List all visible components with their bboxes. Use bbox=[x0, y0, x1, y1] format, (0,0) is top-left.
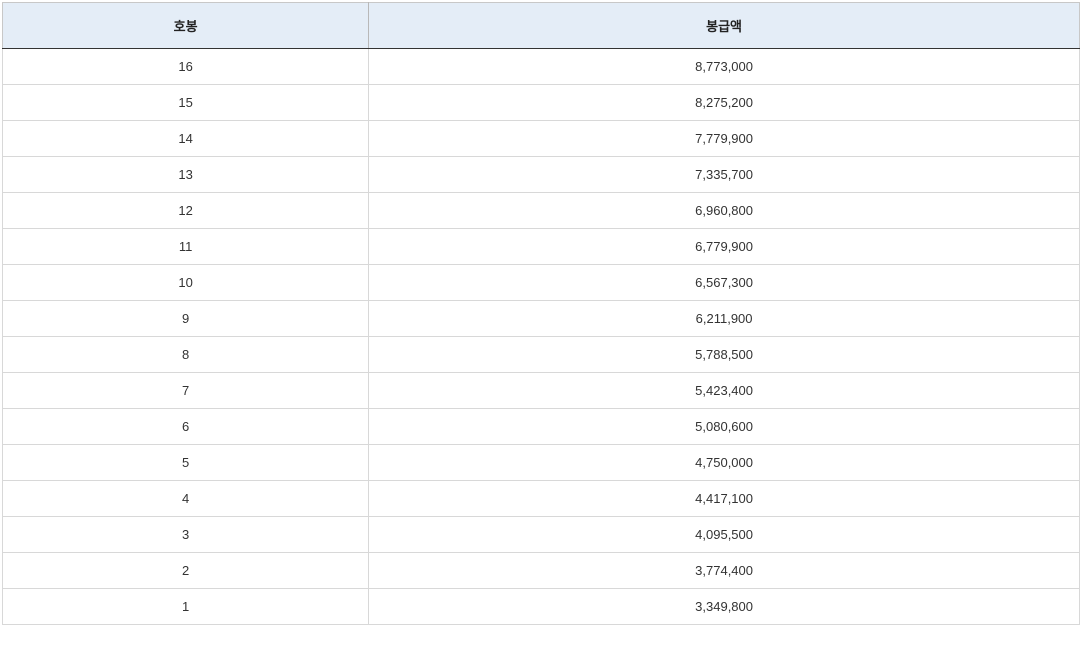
cell-grade: 13 bbox=[3, 157, 369, 193]
table-row: 12 6,960,800 bbox=[3, 193, 1080, 229]
table-row: 13 7,335,700 bbox=[3, 157, 1080, 193]
table-row: 11 6,779,900 bbox=[3, 229, 1080, 265]
cell-grade: 5 bbox=[3, 445, 369, 481]
cell-grade: 9 bbox=[3, 301, 369, 337]
cell-grade: 1 bbox=[3, 589, 369, 625]
cell-amount: 3,349,800 bbox=[369, 589, 1080, 625]
cell-amount: 8,275,200 bbox=[369, 85, 1080, 121]
cell-amount: 8,773,000 bbox=[369, 49, 1080, 85]
cell-amount: 3,774,400 bbox=[369, 553, 1080, 589]
table-row: 9 6,211,900 bbox=[3, 301, 1080, 337]
table-row: 16 8,773,000 bbox=[3, 49, 1080, 85]
cell-amount: 6,211,900 bbox=[369, 301, 1080, 337]
table-row: 8 5,788,500 bbox=[3, 337, 1080, 373]
cell-amount: 5,423,400 bbox=[369, 373, 1080, 409]
cell-grade: 14 bbox=[3, 121, 369, 157]
cell-amount: 5,080,600 bbox=[369, 409, 1080, 445]
table-body: 16 8,773,000 15 8,275,200 14 7,779,900 1… bbox=[3, 49, 1080, 625]
cell-grade: 7 bbox=[3, 373, 369, 409]
table-row: 6 5,080,600 bbox=[3, 409, 1080, 445]
cell-grade: 8 bbox=[3, 337, 369, 373]
cell-amount: 5,788,500 bbox=[369, 337, 1080, 373]
cell-amount: 6,567,300 bbox=[369, 265, 1080, 301]
table-header-row: 호봉 봉급액 bbox=[3, 3, 1080, 49]
cell-grade: 3 bbox=[3, 517, 369, 553]
header-grade: 호봉 bbox=[3, 3, 369, 49]
cell-grade: 16 bbox=[3, 49, 369, 85]
table-row: 1 3,349,800 bbox=[3, 589, 1080, 625]
table-row: 2 3,774,400 bbox=[3, 553, 1080, 589]
cell-grade: 11 bbox=[3, 229, 369, 265]
table-row: 4 4,417,100 bbox=[3, 481, 1080, 517]
cell-grade: 15 bbox=[3, 85, 369, 121]
cell-grade: 6 bbox=[3, 409, 369, 445]
header-amount: 봉급액 bbox=[369, 3, 1080, 49]
table-row: 15 8,275,200 bbox=[3, 85, 1080, 121]
cell-amount: 6,960,800 bbox=[369, 193, 1080, 229]
table-row: 10 6,567,300 bbox=[3, 265, 1080, 301]
cell-grade: 10 bbox=[3, 265, 369, 301]
table-row: 3 4,095,500 bbox=[3, 517, 1080, 553]
cell-grade: 4 bbox=[3, 481, 369, 517]
cell-amount: 4,417,100 bbox=[369, 481, 1080, 517]
cell-amount: 7,779,900 bbox=[369, 121, 1080, 157]
cell-grade: 2 bbox=[3, 553, 369, 589]
cell-amount: 4,750,000 bbox=[369, 445, 1080, 481]
table-row: 14 7,779,900 bbox=[3, 121, 1080, 157]
cell-amount: 7,335,700 bbox=[369, 157, 1080, 193]
cell-amount: 6,779,900 bbox=[369, 229, 1080, 265]
cell-amount: 4,095,500 bbox=[369, 517, 1080, 553]
cell-grade: 12 bbox=[3, 193, 369, 229]
table-row: 5 4,750,000 bbox=[3, 445, 1080, 481]
table-row: 7 5,423,400 bbox=[3, 373, 1080, 409]
salary-table: 호봉 봉급액 16 8,773,000 15 8,275,200 14 7,77… bbox=[2, 2, 1080, 625]
